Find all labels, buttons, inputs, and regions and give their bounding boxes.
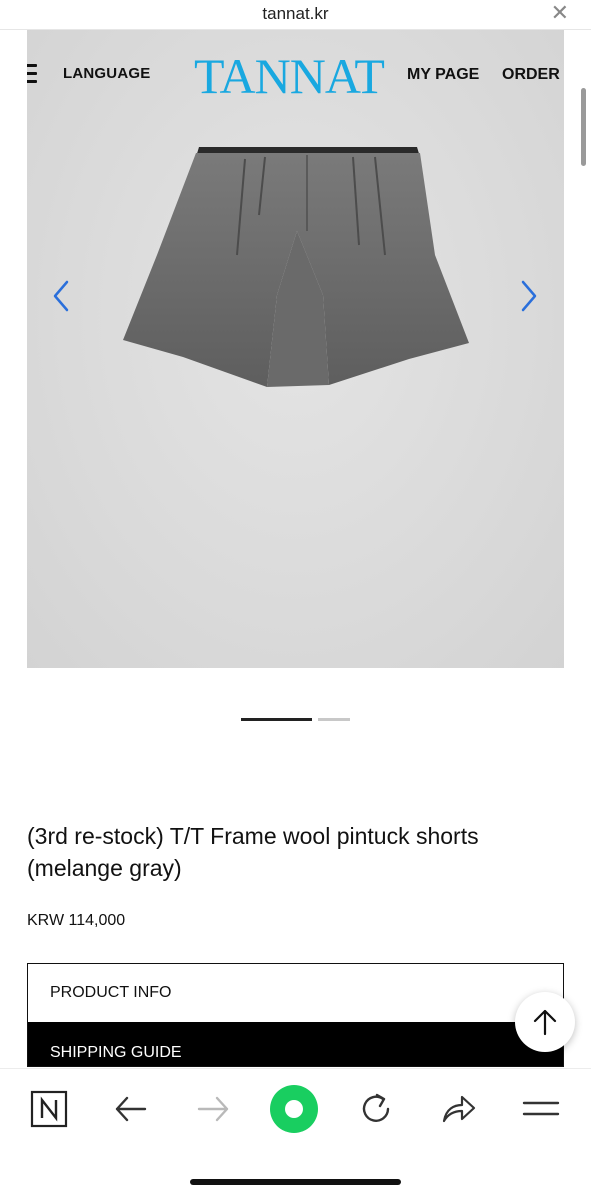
chevron-left-icon[interactable]: [49, 278, 75, 314]
logo[interactable]: TANNAT: [194, 50, 385, 102]
product-title: (3rd re-stock) T/T Frame wool pintuck sh…: [27, 823, 479, 881]
product-gallery[interactable]: LANGUAGE TANNAT MY PAGE ORDER: [27, 30, 564, 668]
pager-dot[interactable]: [318, 718, 350, 721]
tab-product-info-label: PRODUCT INFO: [50, 984, 172, 1001]
tab-shipping-guide[interactable]: SHIPPING GUIDE: [28, 1022, 563, 1066]
chevron-right-icon[interactable]: [515, 278, 541, 314]
green-dot-icon[interactable]: [270, 1085, 318, 1133]
product-image: [123, 147, 469, 387]
forward-arrow-icon[interactable]: [193, 1089, 233, 1129]
naver-n-icon[interactable]: [29, 1089, 69, 1129]
arrow-up-icon: [533, 1009, 557, 1036]
order-link[interactable]: ORDER: [502, 66, 560, 84]
menu-icon[interactable]: [520, 1089, 560, 1129]
tab-product-info[interactable]: PRODUCT INFO: [28, 964, 563, 1022]
product-price: KRW 114,000: [27, 912, 126, 929]
scroll-to-top-button[interactable]: [515, 992, 575, 1052]
share-icon[interactable]: [438, 1089, 478, 1129]
home-indicator: [190, 1179, 401, 1185]
my-page-link[interactable]: MY PAGE: [407, 66, 479, 84]
back-arrow-icon[interactable]: [111, 1089, 151, 1129]
tab-shipping-guide-label: SHIPPING GUIDE: [50, 1044, 182, 1061]
url-text[interactable]: tannat.kr: [0, 4, 591, 24]
language-link[interactable]: LANGUAGE: [63, 65, 150, 82]
browser-url-bar[interactable]: tannat.kr ✕: [0, 0, 591, 30]
browser-toolbar: [0, 1068, 591, 1200]
pager-dot-active[interactable]: [241, 718, 312, 721]
product-tabs: PRODUCT INFO SHIPPING GUIDE: [27, 963, 564, 1067]
close-icon[interactable]: ✕: [551, 2, 569, 24]
scrollbar[interactable]: [581, 88, 586, 166]
hamburger-icon[interactable]: [27, 64, 39, 84]
reload-icon[interactable]: [356, 1089, 396, 1129]
